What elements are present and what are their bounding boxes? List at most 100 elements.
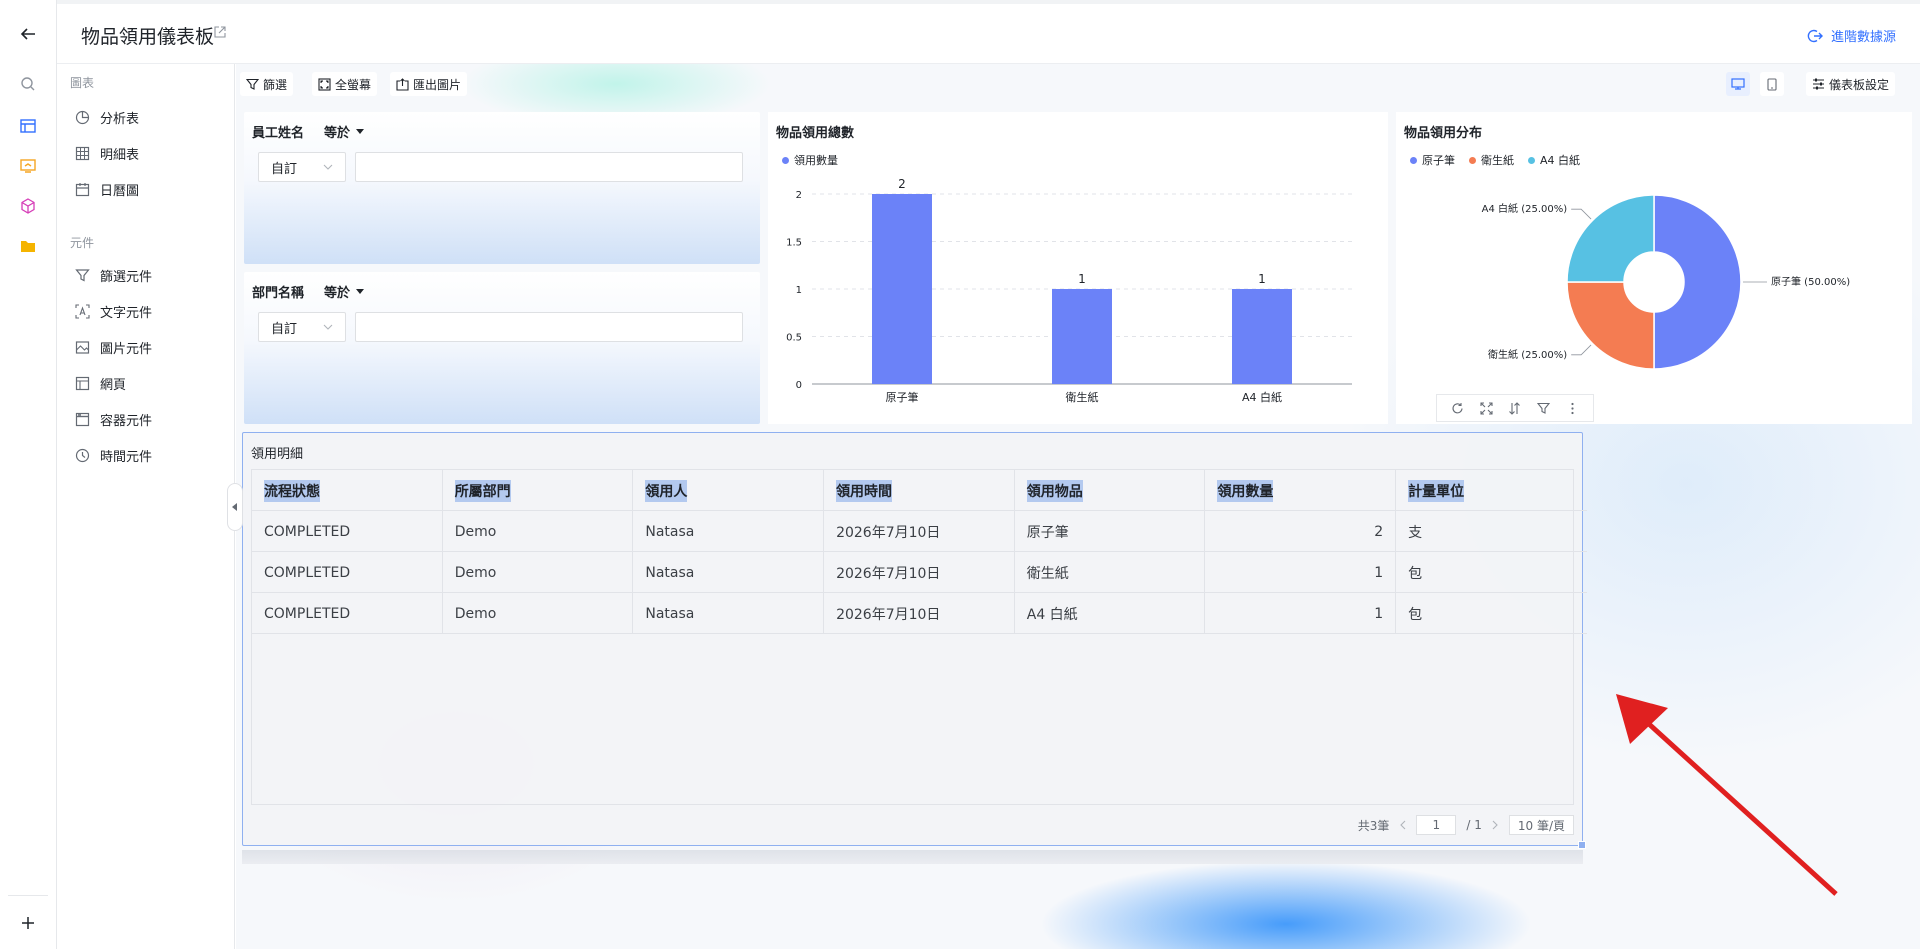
table-shadow-bar (242, 850, 1583, 864)
table-cell: 2026年7月10日 (824, 552, 1015, 593)
page-title: 物品領用儀表板 (81, 26, 215, 48)
advanced-datasource-button[interactable]: 進階數據源 (1807, 26, 1896, 45)
pie-slice (1653, 194, 1742, 370)
panel-item-label: 網頁 (100, 377, 127, 393)
chevron-left-icon[interactable] (1399, 820, 1406, 830)
view-toggle (1726, 72, 1784, 96)
filter-operator-label: 等於 (324, 126, 351, 141)
panel-item-container-component[interactable]: 容器元件 (75, 408, 152, 430)
table-cell: 2026年7月10日 (824, 593, 1015, 634)
panel-item-label: 文字元件 (100, 305, 153, 321)
export-image-button-label: 匯出圖片 (413, 77, 462, 92)
panel-item-label: 明細表 (100, 147, 140, 163)
y-tick-label: 2 (796, 190, 802, 201)
panel-item-label: 圖片元件 (100, 341, 153, 357)
panel-item-filter-component[interactable]: 篩選元件 (75, 264, 152, 286)
filter-mode-select[interactable]: 自訂 (258, 152, 346, 182)
filter-icon (246, 78, 259, 90)
more-vertical-icon[interactable] (1566, 402, 1579, 415)
container-icon (75, 412, 90, 426)
page-number-input[interactable]: 1 (1416, 815, 1457, 835)
table-row[interactable]: COMPLETED Demo Natasa 2026年7月10日 原子筆 2 支 (252, 511, 1587, 552)
table-cell: 2 (1205, 511, 1397, 552)
table-cell: 1 (1205, 593, 1397, 634)
column-header[interactable]: 計量單位 (1396, 470, 1587, 511)
refresh-icon[interactable] (1451, 402, 1464, 415)
mobile-view-button[interactable] (1760, 72, 1784, 96)
collapse-panel-toggle[interactable] (227, 483, 243, 531)
panel-item-label: 日曆圖 (100, 183, 140, 199)
panel-item-calendar[interactable]: 日曆圖 (75, 178, 139, 200)
sort-icon[interactable] (1508, 401, 1521, 415)
filter-mode-select[interactable]: 自訂 (258, 312, 346, 342)
filter-icon[interactable] (1537, 402, 1551, 415)
pie-chart: 原子筆 (50.00%) 衛生紙 (25.00%) A4 白紙 (25.00%) (1482, 194, 1850, 370)
external-link-icon[interactable] (214, 26, 226, 42)
add-icon[interactable] (16, 911, 40, 935)
chevron-right-icon[interactable] (1492, 820, 1499, 830)
fullscreen-button[interactable]: 全螢幕 (312, 72, 378, 96)
detail-table-card[interactable]: 領用明細 流程狀態 所屬部門 領用人 領用時間 領用物品 領用數量 計量單位 C… (242, 432, 1587, 846)
y-tick-label: 1 (796, 285, 802, 296)
filter-operator-label: 等於 (324, 286, 351, 301)
column-header[interactable]: 領用物品 (1015, 470, 1206, 511)
column-header[interactable]: 領用時間 (824, 470, 1015, 511)
department-filter-card: 部門名稱 等於 自訂 (244, 272, 760, 424)
table-row[interactable]: COMPLETED Demo Natasa 2026年7月10日 衛生紙 1 包 (252, 552, 1587, 593)
column-header[interactable]: 領用人 (633, 470, 825, 511)
column-header[interactable]: 流程狀態 (252, 470, 443, 511)
filter-value-input[interactable] (355, 152, 743, 182)
search-icon[interactable] (16, 72, 40, 96)
filter-button-label: 篩選 (263, 77, 288, 92)
table-row[interactable]: COMPLETED Demo Natasa 2026年7月10日 A4 白紙 1… (252, 593, 1587, 634)
panel-item-detail-table[interactable]: 明細表 (75, 142, 139, 164)
panel-item-image-component[interactable]: 圖片元件 (75, 336, 152, 358)
filter-label-row: 員工姓名 等於 (252, 122, 365, 141)
text-icon (75, 303, 90, 319)
y-tick-label: 1.5 (786, 238, 802, 249)
expand-icon[interactable] (1480, 401, 1493, 415)
rail-divider (8, 895, 48, 896)
detail-table: 流程狀態 所屬部門 領用人 領用時間 領用物品 領用數量 計量單位 COMPLE… (251, 469, 1587, 805)
dashboard-icon[interactable] (16, 154, 40, 178)
panel-item-text-component[interactable]: 文字元件 (75, 300, 152, 322)
table-cell: 支 (1408, 524, 1423, 541)
table-cell: Natasa (633, 552, 825, 593)
filter-field-name: 部門名稱 (252, 286, 305, 301)
desktop-view-button[interactable] (1726, 72, 1750, 96)
panel-item-time-component[interactable]: 時間元件 (75, 444, 152, 466)
filter-field-name: 員工姓名 (252, 126, 305, 141)
column-header[interactable]: 所屬部門 (443, 470, 634, 511)
back-arrow-icon[interactable] (16, 22, 40, 46)
bar (872, 194, 932, 384)
mobile-icon (1767, 77, 1777, 91)
pie-slice (1566, 194, 1655, 283)
filter-icon (75, 268, 90, 281)
filter-button[interactable]: 篩選 (240, 72, 294, 96)
y-tick-label: 0.5 (786, 333, 802, 344)
bar (1232, 289, 1292, 384)
panel-item-label: 分析表 (100, 111, 140, 127)
canvas-toolbar: 篩選 全螢幕 匯出圖片 儀表板設定 (236, 64, 1920, 104)
table-cell: Natasa (633, 511, 825, 552)
caret-left-icon (232, 503, 237, 511)
table-icon[interactable] (16, 114, 40, 138)
x-tick-label: A4 白紙 (1242, 390, 1282, 404)
panel-item-pivot[interactable]: 分析表 (75, 106, 139, 128)
filter-label-row: 部門名稱 等於 (252, 282, 365, 301)
filter-operator-dropdown[interactable]: 等於 (324, 122, 365, 141)
panel-item-webpage[interactable]: 網頁 (75, 372, 126, 394)
filter-operator-dropdown[interactable]: 等於 (324, 282, 365, 301)
table-cell: COMPLETED (252, 552, 443, 593)
webpage-icon (75, 376, 90, 390)
cube-icon[interactable] (16, 194, 40, 218)
dashboard-settings-button[interactable]: 儀表板設定 (1806, 72, 1896, 96)
page-size-select[interactable]: 10 筆/頁 (1508, 815, 1574, 835)
table-cell: Demo (443, 511, 634, 552)
pie-chart-card: 物品領用分布 原子筆 衛生紙 A4 白紙 原子筆 (50.00%) 衛生紙 (25.0… (1396, 112, 1912, 424)
export-image-button[interactable]: 匯出圖片 (390, 72, 468, 96)
resize-handle[interactable] (1578, 841, 1586, 849)
column-header[interactable]: 領用數量 (1205, 470, 1397, 511)
folder-icon[interactable] (16, 234, 40, 258)
filter-value-input[interactable] (355, 312, 743, 342)
